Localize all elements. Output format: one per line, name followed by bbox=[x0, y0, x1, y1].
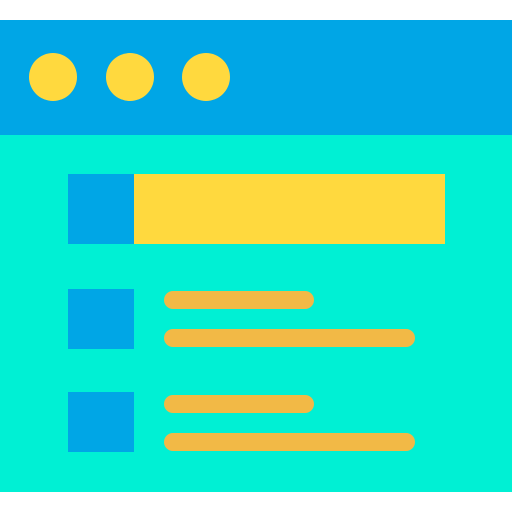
window-dot-icon bbox=[182, 53, 230, 101]
window-dot-icon bbox=[29, 53, 77, 101]
list-header-square-icon bbox=[68, 174, 134, 244]
list-item-text-line bbox=[164, 433, 415, 451]
list-header-bar bbox=[134, 174, 445, 244]
list-item-text-line bbox=[164, 291, 314, 309]
list-header-block bbox=[68, 174, 445, 244]
list-item-text-line bbox=[164, 395, 314, 413]
list-item-square-icon bbox=[68, 289, 134, 349]
browser-window-illustration bbox=[0, 0, 512, 512]
list-item-square-icon bbox=[68, 392, 134, 452]
list-item-text-line bbox=[164, 329, 415, 347]
window-dot-icon bbox=[106, 53, 154, 101]
